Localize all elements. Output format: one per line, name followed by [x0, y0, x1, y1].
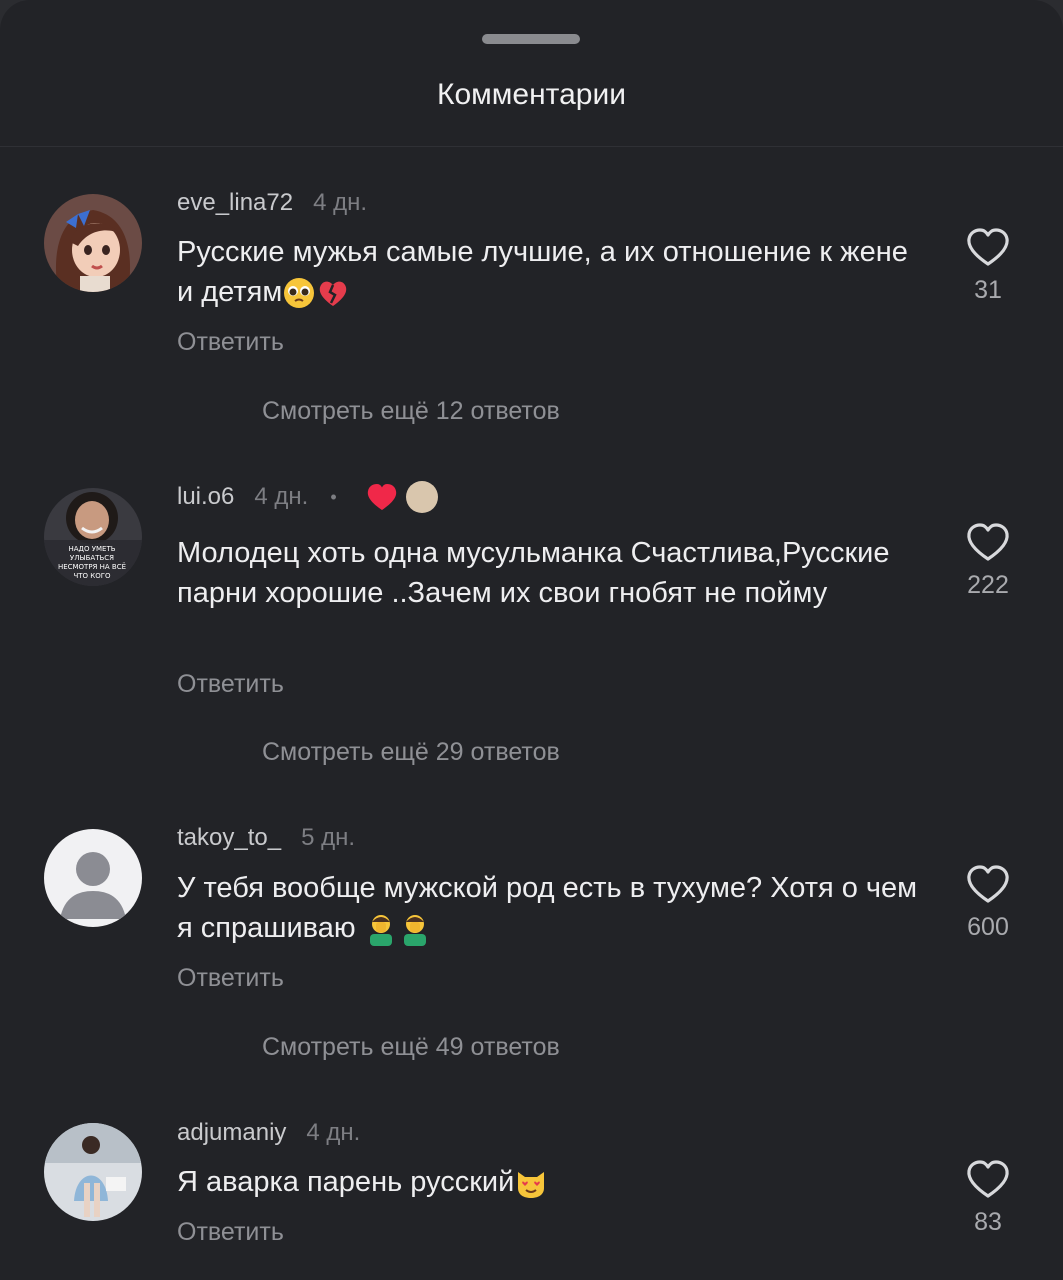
like-button[interactable]: 83: [952, 1158, 1024, 1237]
comment-username[interactable]: adjumaniy: [177, 1119, 286, 1147]
like-count: 31: [974, 276, 1002, 304]
heart-eyes-cat-icon: [518, 1172, 545, 1199]
header-divider: [0, 146, 1063, 147]
avatar-cartoon-girl-image: [44, 194, 142, 292]
like-count: 83: [974, 1208, 1002, 1236]
comment-text-content: У тебя вообще мужской род есть в тухуме?…: [177, 872, 918, 944]
comment-meta: adjumaniy 4 дн.: [177, 1118, 360, 1148]
comment-text-content: Я аварка парень русский: [177, 1166, 515, 1198]
like-button[interactable]: 600: [952, 863, 1024, 942]
comment-time: 5 дн.: [301, 824, 356, 851]
avatar[interactable]: [44, 1123, 142, 1221]
comment-username[interactable]: eve_lina72: [177, 189, 293, 217]
reply-button[interactable]: Ответить: [177, 670, 284, 699]
reply-button[interactable]: Ответить: [177, 328, 284, 357]
comment-time: 4 дн.: [306, 1119, 361, 1146]
man-facepalming-icon: [369, 915, 392, 947]
avatar-photo-with-caption-image: НАДО УМЕТЬ УЛЫБАТЬСЯ НЕСМОТРЯ НА ВСЁ ЧТО…: [44, 488, 142, 586]
heart-outline-icon: [967, 1160, 1009, 1198]
avatar-caption-line: НАДО УМЕТЬ: [68, 545, 115, 553]
comments-sheet: Комментарии eve_lina72 4 дн. Русские муж…: [0, 0, 1063, 1280]
avatar[interactable]: [44, 194, 142, 292]
comment-meta: eve_lina72 4 дн.: [177, 188, 367, 218]
reply-button[interactable]: Ответить: [177, 964, 284, 993]
view-more-replies-button[interactable]: Смотреть ещё 29 ответов: [262, 738, 560, 767]
avatar[interactable]: [44, 829, 142, 927]
comment-username[interactable]: lui.o6: [177, 483, 234, 511]
like-count: 222: [967, 571, 1009, 599]
avatar-caption-line: ЧТО КОГО: [73, 572, 111, 580]
comment-time: 4 дн.: [254, 483, 309, 510]
comment-text: Я аварка парень русский: [177, 1162, 927, 1202]
comment-meta: lui.o6 4 дн. •: [177, 480, 439, 514]
meta-separator: •: [330, 486, 337, 507]
default-avatar-icon: [44, 829, 142, 927]
creator-badges: [365, 480, 439, 514]
heart-outline-icon: [967, 228, 1009, 266]
comment-username[interactable]: takoy_to_: [177, 824, 281, 852]
man-facepalming-icon: [403, 915, 426, 947]
pleading-face-icon: [284, 278, 315, 309]
creator-avatar-icon: [405, 481, 438, 513]
heart-outline-icon: [967, 865, 1009, 903]
avatar-caption-line: НЕСМОТРЯ НА ВСЁ: [58, 562, 126, 571]
sheet-grabber[interactable]: [482, 34, 580, 44]
heart-filled-icon: [367, 484, 396, 510]
avatar-caption-line: УЛЫБАТЬСЯ: [70, 554, 114, 562]
emoji-bar-edge: [0, 1270, 1063, 1280]
comment-meta: takoy_to_ 5 дн.: [177, 823, 355, 853]
heart-outline-icon: [967, 523, 1009, 561]
comment-text: Молодец хоть одна мусульманка Счастлива,…: [177, 537, 890, 609]
avatar-photo-girl-image: [44, 1123, 142, 1221]
reply-button[interactable]: Ответить: [177, 1218, 284, 1247]
avatar[interactable]: НАДО УМЕТЬ УЛЫБАТЬСЯ НЕСМОТРЯ НА ВСЁ ЧТО…: [44, 488, 142, 586]
comment-text: Русские мужья самые лучшие, а их отношен…: [177, 232, 927, 312]
comment-text: У тебя вообще мужской род есть в тухуме?…: [177, 868, 927, 948]
view-more-replies-button[interactable]: Смотреть ещё 12 ответов: [262, 397, 560, 426]
broken-heart-icon: [320, 281, 347, 307]
comment-time: 4 дн.: [313, 189, 368, 216]
like-button[interactable]: 31: [952, 226, 1024, 305]
page-title: Комментарии: [437, 78, 626, 111]
like-count: 600: [967, 913, 1009, 941]
like-button[interactable]: 222: [952, 521, 1024, 600]
view-more-replies-button[interactable]: Смотреть ещё 49 ответов: [262, 1033, 560, 1062]
